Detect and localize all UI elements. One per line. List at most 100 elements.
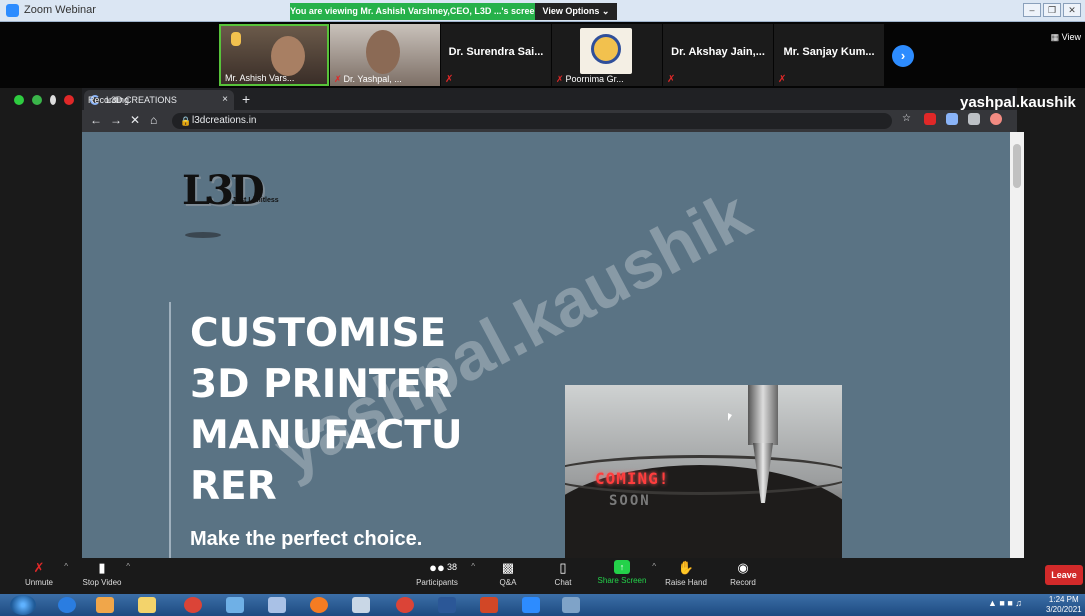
snipping-icon[interactable] (268, 597, 286, 613)
scroll-thumb[interactable] (1013, 144, 1021, 188)
close-icon[interactable]: ✕ (1063, 3, 1081, 17)
participant-name: ✗ Poornima Gr... (556, 74, 624, 84)
participants-count: 38 (447, 562, 458, 572)
browser-toolbar: ← → ✕ ⌂ 🔒 l3dcreations.in ☆ (82, 110, 1017, 132)
participant-name: Dr. Akshay Jain,... (671, 46, 765, 58)
restore-icon[interactable]: ❐ (1043, 3, 1061, 17)
participant-name: Dr. Surendra Sai... (448, 46, 544, 58)
share-screen-icon: ↑ (614, 560, 630, 574)
hand-icon (50, 95, 56, 105)
system-tray[interactable]: ▲ ■ ■ ♫ (988, 598, 1022, 608)
viewing-banner: You are viewing Mr. Ashish Varshney,CEO,… (290, 3, 535, 20)
powerpoint-icon[interactable] (480, 597, 498, 613)
soon-text: SOON (609, 493, 651, 509)
zoom-icon (6, 4, 19, 17)
mic-muted-icon: ✗ (556, 74, 564, 84)
site-logo[interactable]: L3D Just Limitless (182, 167, 302, 237)
participant-tile[interactable]: Mr. Ashish Vars... (219, 24, 329, 86)
puzzle-icon[interactable] (968, 113, 980, 125)
poornima-logo (580, 28, 632, 74)
calculator-icon[interactable] (352, 597, 370, 613)
chevron-up-icon[interactable]: ^ (126, 562, 130, 571)
forward-icon[interactable]: → (110, 113, 122, 127)
adblock-icon[interactable] (924, 113, 936, 125)
media-icon[interactable] (96, 597, 114, 613)
firefox-icon[interactable] (310, 597, 328, 613)
window-controls: – ❐ ✕ (1023, 3, 1081, 17)
windows-taskbar: ▲ ■ ■ ♫ 1:24 PM 3/20/2021 (0, 594, 1085, 616)
participant-tile[interactable]: Dr. Akshay Jain,... ✗ (663, 24, 773, 86)
folder-icon[interactable] (138, 597, 156, 613)
hero-line: MANUFACTU (190, 413, 463, 458)
ie-icon[interactable] (58, 597, 76, 613)
presenter-name-label: yashpal.kaushik (960, 94, 1076, 111)
new-tab-button[interactable]: + (242, 90, 250, 108)
app-icon[interactable] (226, 597, 244, 613)
leave-button[interactable]: Leave (1045, 565, 1083, 585)
logo-tagline: Just Limitless (232, 197, 279, 204)
participant-avatar (271, 36, 305, 76)
chat-icon: ▯ (559, 560, 567, 575)
word-icon[interactable] (438, 597, 456, 613)
stop-icon[interactable]: ✕ (130, 113, 140, 127)
star-icon[interactable]: ☆ (902, 113, 914, 125)
participant-tile[interactable]: Dr. Surendra Sai... ✗ (441, 24, 551, 86)
web-page: L3D Just Limitless CUSTOMISE 3D PRINTER … (82, 132, 1010, 558)
hero-line: 3D PRINTER (190, 362, 453, 407)
chat-button[interactable]: ▯ Chat (550, 560, 576, 587)
chevron-up-icon[interactable]: ^ (652, 562, 656, 571)
shared-screen: L3D CREATIONS × + Recording yashpal.kaus… (0, 88, 1085, 558)
share-screen-button[interactable]: ↑ Share Screen ^ (596, 560, 656, 585)
participant-tile[interactable]: Mr. Sanjay Kum... ✗ (774, 24, 884, 86)
record-button[interactable]: ◉ Record (728, 560, 758, 587)
gallery-view-button[interactable]: ▦ View (1051, 32, 1081, 43)
minimize-icon[interactable]: – (1023, 3, 1041, 17)
video-camera-icon: ▮ (98, 560, 106, 575)
stop-video-button[interactable]: ▮ Stop Video ^ (80, 560, 131, 587)
qa-button[interactable]: ▩ Q&A (495, 560, 521, 587)
unmute-button[interactable]: ✗ Unmute ^ (22, 560, 68, 587)
participants-button[interactable]: ●● 38 Participants ^ (413, 560, 475, 587)
browser-tab-strip: L3D CREATIONS × + (82, 88, 1017, 110)
chevron-up-icon[interactable]: ^ (471, 562, 475, 571)
hero-line: CUSTOMISE (190, 311, 447, 356)
raise-hand-button[interactable]: ✋ Raise Hand (665, 560, 707, 587)
home-icon[interactable]: ⌂ (150, 113, 157, 127)
extension-icon[interactable] (946, 113, 958, 125)
clock-date: 3/20/2021 (1046, 605, 1082, 614)
zoom-taskbar-icon[interactable] (522, 597, 540, 613)
address-bar[interactable]: 🔒 l3dcreations.in (172, 113, 892, 129)
window-title: Zoom Webinar (24, 4, 96, 16)
hero-subtitle: Make the perfect choice. (190, 528, 423, 550)
participant-gallery: Mr. Ashish Vars... ✗ Dr. Yashpal, ... Dr.… (0, 22, 1085, 88)
start-button[interactable] (10, 595, 36, 615)
participant-tile[interactable]: ✗ Dr. Yashpal, ... (330, 24, 440, 86)
profile-avatar[interactable] (990, 113, 1002, 125)
tab-close-icon[interactable]: × (222, 90, 228, 110)
chrome-icon[interactable] (184, 597, 202, 613)
gallery-next-icon[interactable]: › (892, 45, 914, 67)
chrome-icon[interactable] (396, 597, 414, 613)
lock-icon: 🔒 (180, 116, 192, 126)
screen-icon[interactable] (562, 597, 580, 613)
extension-icons: ☆ (902, 113, 1002, 125)
raise-hand-icon (231, 32, 241, 46)
emblem-icon (591, 34, 621, 64)
logo-mark: L3D (182, 167, 265, 214)
recording-dot-icon (64, 95, 74, 105)
clock-time: 1:24 PM (1048, 595, 1079, 604)
mic-muted-icon: ✗ (667, 74, 676, 85)
back-icon[interactable]: ← (90, 113, 102, 127)
system-clock[interactable]: 1:24 PM 3/20/2021 (1046, 595, 1082, 615)
shield-icon (14, 95, 24, 105)
participant-avatar (366, 30, 400, 74)
page-scrollbar[interactable] (1010, 132, 1024, 558)
view-options-button[interactable]: View Options ⌄ (535, 3, 617, 20)
screen: Zoom Webinar You are viewing Mr. Ashish … (0, 0, 1085, 616)
url-text: l3dcreations.in (192, 115, 257, 126)
hand-icon: ✋ (677, 560, 695, 575)
hero-video[interactable]: COMING! SOON (565, 385, 842, 558)
participant-tile[interactable]: ✗ Poornima Gr... (552, 24, 662, 86)
presenter-icons (14, 95, 74, 105)
chevron-up-icon[interactable]: ^ (64, 562, 68, 571)
